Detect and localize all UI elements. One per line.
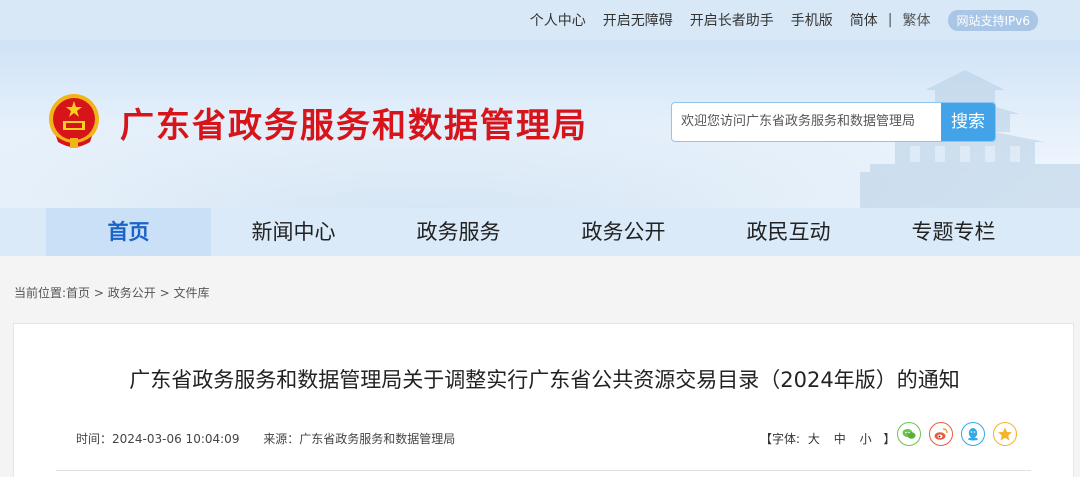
wechat-icon[interactable] [897,422,921,446]
breadcrumb-home[interactable]: 首页 [66,286,90,300]
simplified-chinese-link[interactable]: 简体 [850,10,878,30]
nav-item-public-affairs[interactable]: 政务公开 [541,208,706,256]
font-size-prefix: 【字体: [760,432,801,446]
article-card: 广东省政务服务和数据管理局关于调整实行广东省公共资源交易目录（2024年版）的通… [13,323,1074,477]
font-size-medium[interactable]: 中 [834,432,846,446]
personal-center-link[interactable]: 个人中心 [530,10,586,30]
article-title: 广东省政务服务和数据管理局关于调整实行广东省公共资源交易目录（2024年版）的通… [129,368,960,392]
nav-item-home[interactable]: 首页 [46,208,211,256]
site-search: 欢迎您访问广东省政务服务和数据管理局 搜索 [671,102,996,142]
qq-icon[interactable] [961,422,985,446]
accessibility-link[interactable]: 开启无障碍 [603,10,673,30]
article-source: 来源：广东省政务服务和数据管理局 [263,432,456,446]
nav-item-special-topics[interactable]: 专题专栏 [871,208,1036,256]
mobile-version-link[interactable]: 手机版 [791,10,833,30]
nav-item-services[interactable]: 政务服务 [376,208,541,256]
nav-item-interaction[interactable]: 政民互动 [706,208,871,256]
nav-item-news[interactable]: 新闻中心 [211,208,376,256]
font-size-large[interactable]: 大 [808,432,820,446]
top-utility-bar: 个人中心 开启无障碍 开启长者助手 手机版 简体 | 繁体 网站支持IPv6 [0,0,1080,40]
search-button[interactable]: 搜索 [941,103,995,141]
font-size-suffix: 】 [883,432,896,446]
national-emblem-icon [49,94,99,148]
elder-mode-link[interactable]: 开启长者助手 [690,10,774,30]
font-size-control: 【字体: 大 中 小 】 [760,430,895,447]
breadcrumb-separator: > [90,286,108,300]
site-title: 广东省政务服务和数据管理局 [120,106,588,146]
breadcrumb-prefix: 当前位置: [14,286,67,300]
main-nav: 首页 新闻中心 政务服务 政务公开 政民互动 专题专栏 [0,208,1080,256]
breadcrumb-separator: > [155,286,174,300]
breadcrumb: 当前位置:首页 > 政务公开 > 文件库 [14,284,209,301]
search-input[interactable]: 欢迎您访问广东省政务服务和数据管理局 [672,103,941,141]
weibo-icon[interactable] [929,422,953,446]
traditional-chinese-link[interactable]: 繁体 [902,10,930,30]
font-size-small[interactable]: 小 [860,432,872,446]
article-meta: 时间：2024-03-06 10:04:09 来源：广东省政务服务和数据管理局 [76,430,455,447]
ipv6-badge: 网站支持IPv6 [948,9,1038,31]
article-divider [56,470,1031,471]
breadcrumb-document-library[interactable]: 文件库 [173,286,209,300]
utility-links: 个人中心 开启无障碍 开启长者助手 手机版 简体 | 繁体 网站支持IPv6 [513,0,1038,40]
share-buttons [897,422,1025,446]
language-separator: | [887,12,893,28]
site-header: 广东省政务服务和数据管理局 欢迎您访问广东省政务服务和数据管理局 搜索 [0,40,1080,208]
qzone-icon[interactable] [993,422,1017,446]
breadcrumb-public-affairs[interactable]: 政务公开 [108,286,156,300]
publish-time: 时间：2024-03-06 10:04:09 [76,432,240,446]
